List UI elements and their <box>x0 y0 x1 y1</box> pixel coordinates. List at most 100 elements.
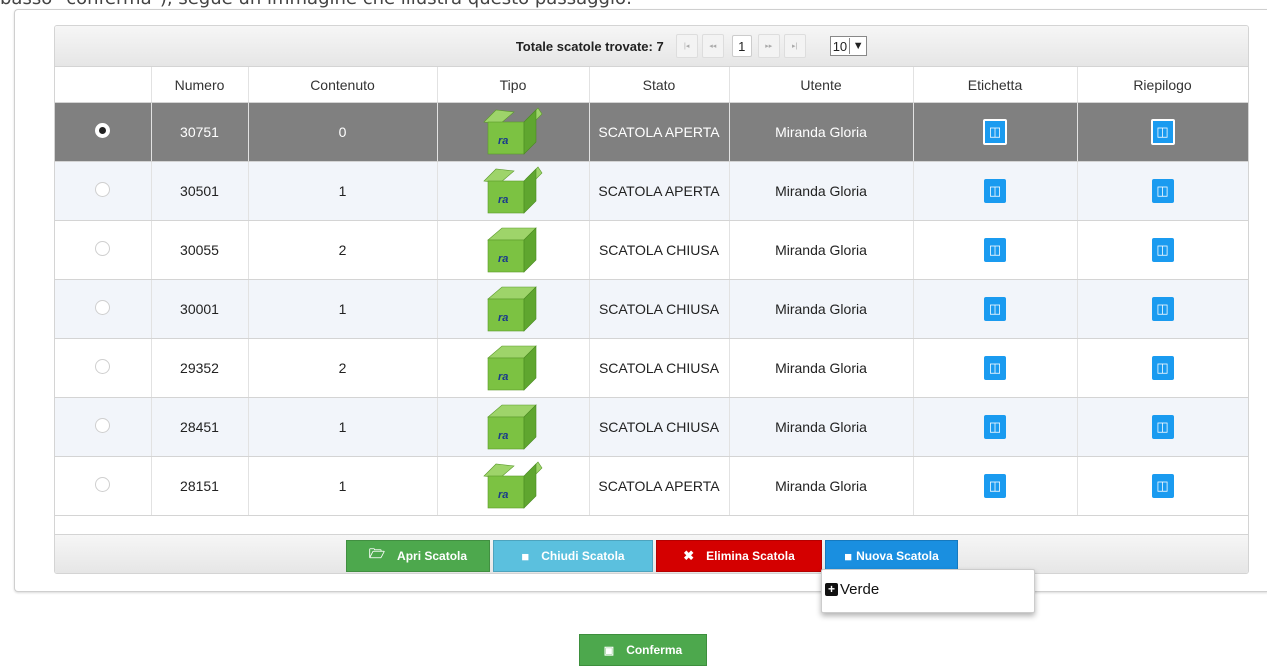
page-size-select[interactable]: 10 ▼ <box>829 36 868 56</box>
box-closed-icon: ra <box>487 226 537 273</box>
tipo-cell: ra <box>437 456 590 516</box>
table-row[interactable]: 30501 1 ra SCATOLA APERTA Miranda Gloria ◫ ◫ <box>55 161 1248 221</box>
folder-open-icon: 🗁 <box>368 546 386 561</box>
column-header: Stato <box>589 67 730 103</box>
stato-cell: SCATOLA CHIUSA <box>589 397 730 457</box>
utente-cell: Miranda Gloria <box>729 397 914 457</box>
riepilogo-pdf-icon[interactable]: ◫ <box>1151 179 1174 203</box>
svg-text:ra: ra <box>498 253 508 265</box>
row-select-cell <box>55 397 152 457</box>
contenuto-cell: 2 <box>248 220 438 280</box>
row-select-cell <box>55 161 152 221</box>
elimina-scatola-button[interactable]: ✖ Elimina Scatola <box>656 540 822 572</box>
boxes-table: Numero Contenuto Tipo Stato Utente Etichetta R… <box>55 67 1248 516</box>
etichetta-pdf-icon[interactable]: ◫ <box>984 179 1006 203</box>
riepilogo-cell: ◫ <box>1077 102 1248 162</box>
etichetta-cell: ◫ <box>913 161 1078 221</box>
riepilogo-pdf-icon[interactable]: ◫ <box>1151 238 1174 262</box>
stato-cell: SCATOLA CHIUSA <box>589 279 730 339</box>
nuova-scatola-menu: + Verde <box>821 569 1035 613</box>
apri-scatola-button[interactable]: 🗁 Apri Scatola <box>346 540 490 572</box>
etichetta-pdf-icon[interactable]: ◫ <box>984 415 1006 439</box>
prev-page-button[interactable]: ◂◂ <box>701 34 724 58</box>
box-closed-icon: ra <box>487 403 537 450</box>
tipo-cell: ra <box>437 161 590 221</box>
riepilogo-pdf-icon[interactable]: ◫ <box>1151 297 1174 321</box>
stato-cell: SCATOLA APERTA <box>589 161 730 221</box>
numero-cell: 30501 <box>151 161 249 221</box>
utente-cell: Miranda Gloria <box>729 102 914 162</box>
contenuto-cell: 0 <box>248 102 438 162</box>
box-closed-icon: ra <box>487 285 537 332</box>
last-page-button[interactable]: ▸| <box>783 34 806 58</box>
etichetta-cell: ◫ <box>913 279 1078 339</box>
riepilogo-pdf-icon[interactable]: ◫ <box>1150 119 1175 145</box>
svg-text:ra: ra <box>498 312 508 324</box>
box-open-icon: ra <box>483 107 543 155</box>
column-header: Tipo <box>437 67 590 103</box>
tipo-cell: ra <box>437 397 590 457</box>
row-select-cell <box>55 338 152 398</box>
row-radio[interactable] <box>95 477 111 492</box>
riepilogo-cell: ◫ <box>1077 456 1248 516</box>
save-icon: ▣ <box>603 644 615 657</box>
numero-cell: 28151 <box>151 456 249 516</box>
menu-item-verde[interactable]: + Verde <box>825 581 879 598</box>
utente-cell: Miranda Gloria <box>729 456 914 516</box>
row-radio[interactable] <box>95 418 111 433</box>
conferma-button[interactable]: ▣ Conferma <box>579 634 707 666</box>
svg-text:ra: ra <box>498 194 508 206</box>
numero-cell: 30751 <box>151 102 249 162</box>
pager-bar: Totale scatole trovate: 7 |◂ ◂◂ 1 ▸▸ ▸| … <box>55 26 1248 67</box>
stato-cell: SCATOLA CHIUSA <box>589 338 730 398</box>
row-radio[interactable] <box>95 241 111 256</box>
utente-cell: Miranda Gloria <box>729 220 914 280</box>
etichetta-pdf-icon[interactable]: ◫ <box>984 356 1006 380</box>
row-radio[interactable] <box>95 123 111 138</box>
next-page-button[interactable]: ▸▸ <box>757 34 780 58</box>
table-row[interactable]: 28451 1 ra SCATOLA CHIUSA Miranda Gloria ◫ ◫ <box>55 397 1248 457</box>
row-radio[interactable] <box>95 359 111 374</box>
row-select-cell <box>55 456 152 516</box>
stato-cell: SCATOLA APERTA <box>589 456 730 516</box>
riepilogo-cell: ◫ <box>1077 161 1248 221</box>
etichetta-cell: ◫ <box>913 338 1078 398</box>
nuova-scatola-button[interactable]: ■ Nuova Scatola <box>825 540 958 572</box>
row-select-cell <box>55 279 152 339</box>
etichetta-cell: ◫ <box>913 220 1078 280</box>
page-number: 1 <box>731 35 752 57</box>
table-row[interactable]: 30055 2 ra SCATOLA CHIUSA Miranda Gloria ◫ ◫ <box>55 220 1248 280</box>
tipo-cell: ra <box>437 220 590 280</box>
etichetta-pdf-icon[interactable]: ◫ <box>984 474 1006 498</box>
row-select-cell <box>55 220 152 280</box>
numero-cell: 29352 <box>151 338 249 398</box>
etichetta-cell: ◫ <box>913 397 1078 457</box>
table-row[interactable]: 30751 0 ra SCATOLA APERTA Miranda Gloria ◫ ◫ <box>55 102 1248 162</box>
etichetta-pdf-icon[interactable]: ◫ <box>983 119 1007 145</box>
utente-cell: Miranda Gloria <box>729 279 914 339</box>
contenuto-cell: 2 <box>248 338 438 398</box>
riepilogo-pdf-icon[interactable]: ◫ <box>1151 474 1174 498</box>
chiudi-scatola-button[interactable]: ■ Chiudi Scatola <box>493 540 653 572</box>
row-radio[interactable] <box>95 300 111 315</box>
column-header <box>55 67 152 103</box>
close-icon: ✖ <box>683 548 695 563</box>
riepilogo-cell: ◫ <box>1077 397 1248 457</box>
column-header: Utente <box>729 67 914 103</box>
table-row[interactable]: 29352 2 ra SCATOLA CHIUSA Miranda Gloria ◫ ◫ <box>55 338 1248 398</box>
etichetta-pdf-icon[interactable]: ◫ <box>984 238 1006 262</box>
first-page-button[interactable]: |◂ <box>675 34 698 58</box>
riepilogo-cell: ◫ <box>1077 279 1248 339</box>
row-select-cell <box>55 102 152 162</box>
stato-cell: SCATOLA CHIUSA <box>589 220 730 280</box>
table-row[interactable]: 30001 1 ra SCATOLA CHIUSA Miranda Gloria ◫ ◫ <box>55 279 1248 339</box>
svg-text:ra: ra <box>498 371 508 383</box>
column-header: Riepilogo <box>1077 67 1248 103</box>
box-open-icon: ra <box>483 461 543 509</box>
riepilogo-pdf-icon[interactable]: ◫ <box>1151 415 1174 439</box>
table-row[interactable]: 28151 1 ra SCATOLA APERTA Miranda Gloria ◫ ◫ <box>55 456 1248 516</box>
etichetta-pdf-icon[interactable]: ◫ <box>984 297 1006 321</box>
chevron-down-icon: ▼ <box>849 38 866 54</box>
row-radio[interactable] <box>95 182 111 197</box>
riepilogo-pdf-icon[interactable]: ◫ <box>1151 356 1174 380</box>
